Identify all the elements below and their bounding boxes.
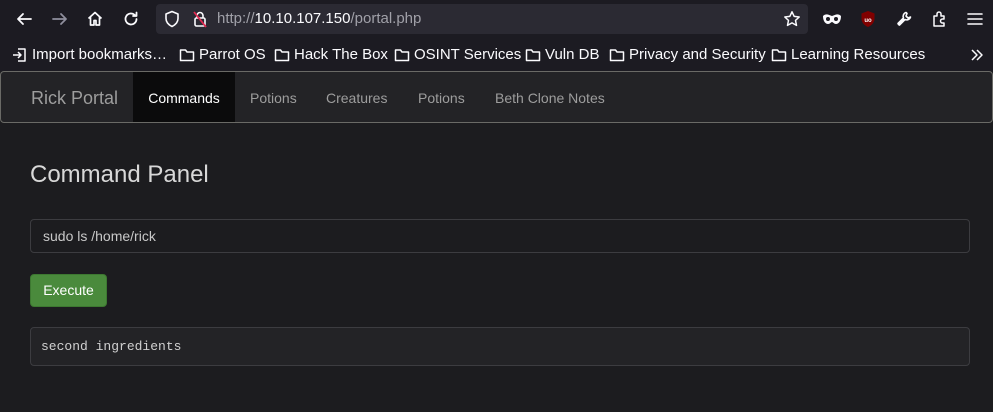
bookmarks-bar: Import bookmarks… Parrot OS Hack The Box… [0,38,993,71]
ublock-icon[interactable]: uo [854,5,882,33]
import-icon [13,47,26,62]
bookmark-folder-hack-the-box[interactable]: Hack The Box [274,38,388,71]
private-mask-icon[interactable] [818,5,846,33]
browser-toolbar: http://10.10.107.150/portal.php uo [0,0,993,38]
shield-icon[interactable] [158,5,186,33]
site-navbar: Rick Portal Commands Potions Creatures P… [0,71,993,123]
folder-icon [525,48,541,61]
folder-icon [609,48,625,61]
nav-item-potions[interactable]: Potions [250,72,297,122]
wrench-icon[interactable] [890,5,918,33]
bookmark-label: Import bookmarks… [32,46,168,63]
reload-icon[interactable] [117,5,145,33]
nav-item-beth-clone-notes[interactable]: Beth Clone Notes [495,72,605,122]
nav-item-potions-2[interactable]: Potions [418,72,465,122]
bookmark-folder-osint-services[interactable]: OSINT Services [394,38,521,71]
bookmark-label: Hack The Box [294,46,388,63]
extensions-icon[interactable] [926,5,954,33]
bookmark-folder-learning-resources[interactable]: Learning Resources [771,38,925,71]
bookmark-import[interactable]: Import bookmarks… [12,38,167,71]
url-bar[interactable]: http://10.10.107.150/portal.php [156,4,808,34]
svg-text:uo: uo [864,18,872,24]
forward-icon[interactable] [46,5,74,33]
url-host: 10.10.107.150 [254,10,351,27]
home-icon[interactable] [81,5,109,33]
bookmark-folder-parrot-os[interactable]: Parrot OS [179,38,266,71]
back-icon[interactable] [10,5,38,33]
folder-icon [394,48,410,61]
command-input[interactable] [30,219,970,253]
url-scheme: http:// [217,10,255,27]
menu-icon[interactable] [961,5,989,33]
bookmarks-overflow-icon[interactable] [970,38,988,71]
execute-button[interactable]: Execute [30,274,107,307]
page-title: Command Panel [30,161,209,188]
url-path: /portal.php [350,10,422,27]
bookmark-label: Privacy and Security [629,46,766,63]
folder-icon [179,48,195,61]
bookmark-label: Parrot OS [199,46,266,63]
bookmark-label: OSINT Services [414,46,522,63]
url-text[interactable]: http://10.10.107.150/portal.php [217,4,421,34]
brand-logo[interactable]: Rick Portal [31,72,118,122]
insecure-lock-icon[interactable] [186,5,214,33]
nav-item-commands[interactable]: Commands [133,72,235,122]
bookmark-folder-vuln-db[interactable]: Vuln DB [525,38,599,71]
folder-icon [771,48,787,61]
bookmark-label: Vuln DB [545,46,600,63]
bookmark-folder-privacy-security[interactable]: Privacy and Security [609,38,766,71]
command-output: second ingredients [30,327,970,366]
bookmark-star-icon[interactable] [778,5,806,33]
bookmark-label: Learning Resources [791,46,926,63]
nav-item-creatures[interactable]: Creatures [326,72,387,122]
folder-icon [274,48,290,61]
page-content: Rick Portal Commands Potions Creatures P… [0,71,993,412]
